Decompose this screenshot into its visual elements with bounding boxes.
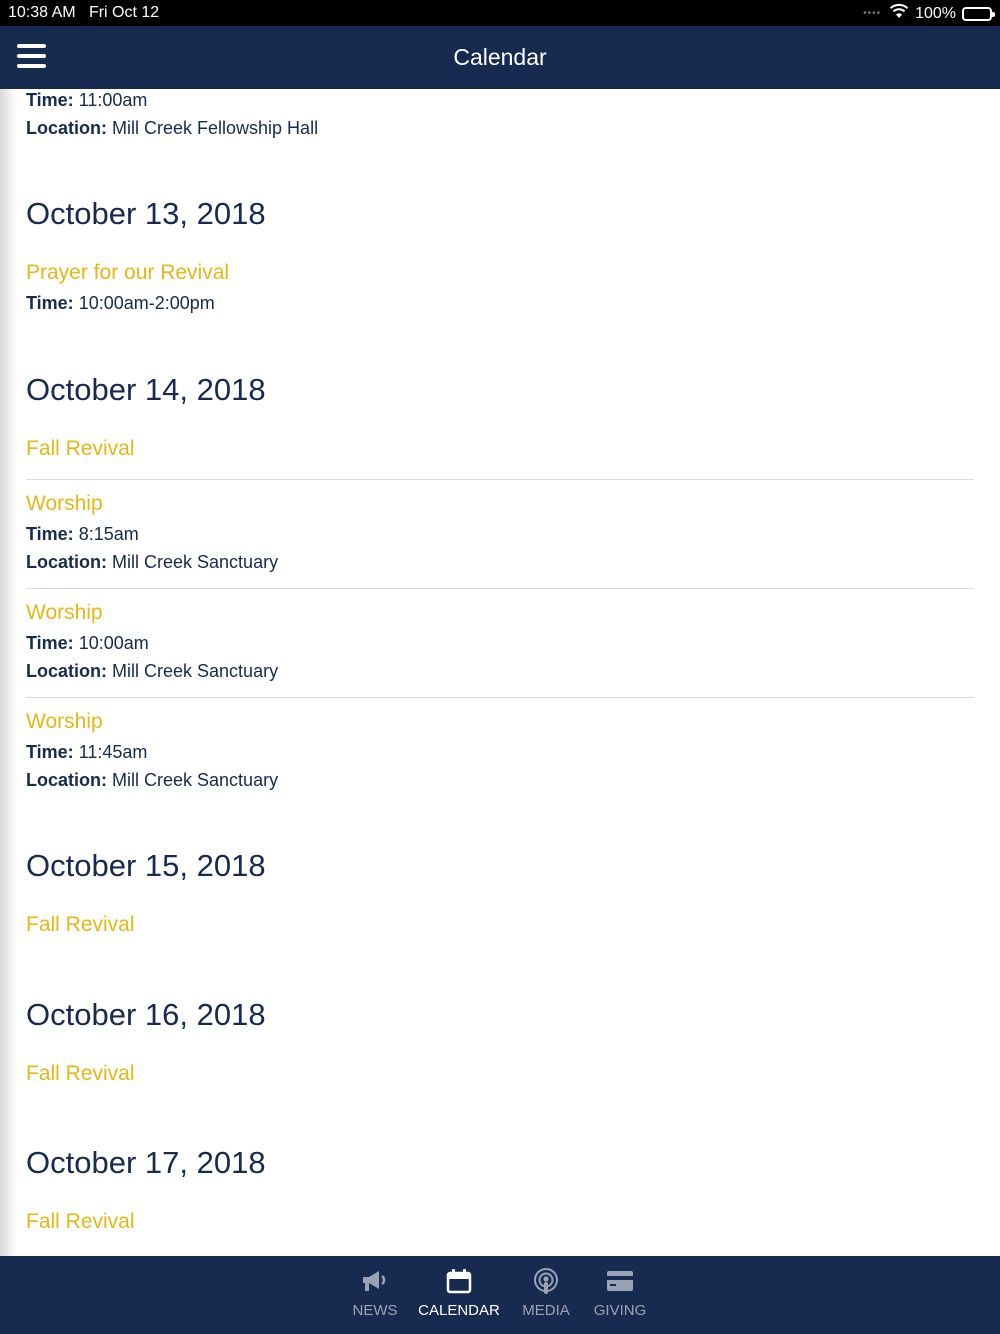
megaphone-icon	[360, 1268, 390, 1294]
event-title[interactable]: Fall Revival	[26, 1062, 135, 1086]
divider	[26, 697, 974, 698]
tab-media-label: MEDIA	[522, 1302, 570, 1319]
tab-calendar-label: CALENDAR	[418, 1302, 500, 1319]
signal-icon: ••••	[863, 8, 882, 19]
tab-media[interactable]: MEDIA	[516, 1256, 576, 1334]
date-heading: October 15, 2018	[26, 848, 266, 883]
event-time: Time: 10:00am	[26, 633, 149, 653]
nav-bar: Calendar	[0, 26, 1000, 89]
podcast-icon	[532, 1268, 560, 1294]
battery-percent: 100%	[915, 4, 956, 22]
page-title: Calendar	[453, 44, 547, 70]
event-location: Location: Mill Creek Fellowship Hall	[26, 118, 319, 138]
status-time-date: 10:38 AM Fri Oct 12	[8, 4, 159, 22]
status-bar: 10:38 AM Fri Oct 12 •••• 100%	[0, 0, 1000, 26]
divider	[26, 479, 974, 480]
date-heading: October 16, 2018	[26, 997, 266, 1032]
date-heading: October 13, 2018	[26, 196, 266, 231]
event-title[interactable]: Fall Revival	[26, 913, 135, 937]
calendar-icon	[446, 1268, 472, 1294]
event-title[interactable]: Fall Revival	[26, 1210, 135, 1234]
tab-giving-label: GIVING	[593, 1302, 647, 1319]
status-indicators: •••• 100%	[863, 3, 995, 24]
tab-calendar[interactable]: CALENDAR	[418, 1256, 500, 1334]
event-time: Time: 11:45am	[26, 742, 148, 762]
event-title[interactable]: Worship	[26, 492, 103, 516]
credit-card-icon	[606, 1268, 634, 1294]
calendar-list[interactable]: Time: 11:00am Location: Mill Creek Fello…	[0, 89, 1000, 1256]
event-location: Location: Mill Creek Sanctuary	[26, 770, 279, 790]
event-title[interactable]: Fall Revival	[26, 437, 135, 461]
event-title[interactable]: Worship	[26, 710, 103, 734]
divider	[26, 588, 974, 589]
event-location: Location: Mill Creek Sanctuary	[26, 552, 279, 572]
event-time: Time: 8:15am	[26, 524, 139, 544]
date-heading: October 14, 2018	[26, 372, 266, 407]
tab-giving[interactable]: GIVING	[588, 1256, 652, 1334]
wifi-icon	[889, 3, 909, 24]
event-title[interactable]: Worship	[26, 601, 103, 625]
event-time: Time: 11:00am	[26, 90, 148, 110]
status-date: Fri Oct 12	[88, 4, 160, 21]
tab-bar: NEWS CALENDAR MEDIA GIVING	[0, 1256, 1000, 1334]
event-title[interactable]: Prayer for our Revival	[26, 261, 229, 285]
battery-icon	[962, 6, 995, 21]
tab-news[interactable]: NEWS	[344, 1256, 406, 1334]
status-time: 10:38 AM	[8, 4, 76, 21]
tab-news-label: NEWS	[352, 1302, 398, 1319]
event-location: Location: Mill Creek Sanctuary	[26, 661, 279, 681]
date-heading: October 17, 2018	[26, 1145, 266, 1180]
event-time: Time: 10:00am-2:00pm	[26, 293, 215, 313]
